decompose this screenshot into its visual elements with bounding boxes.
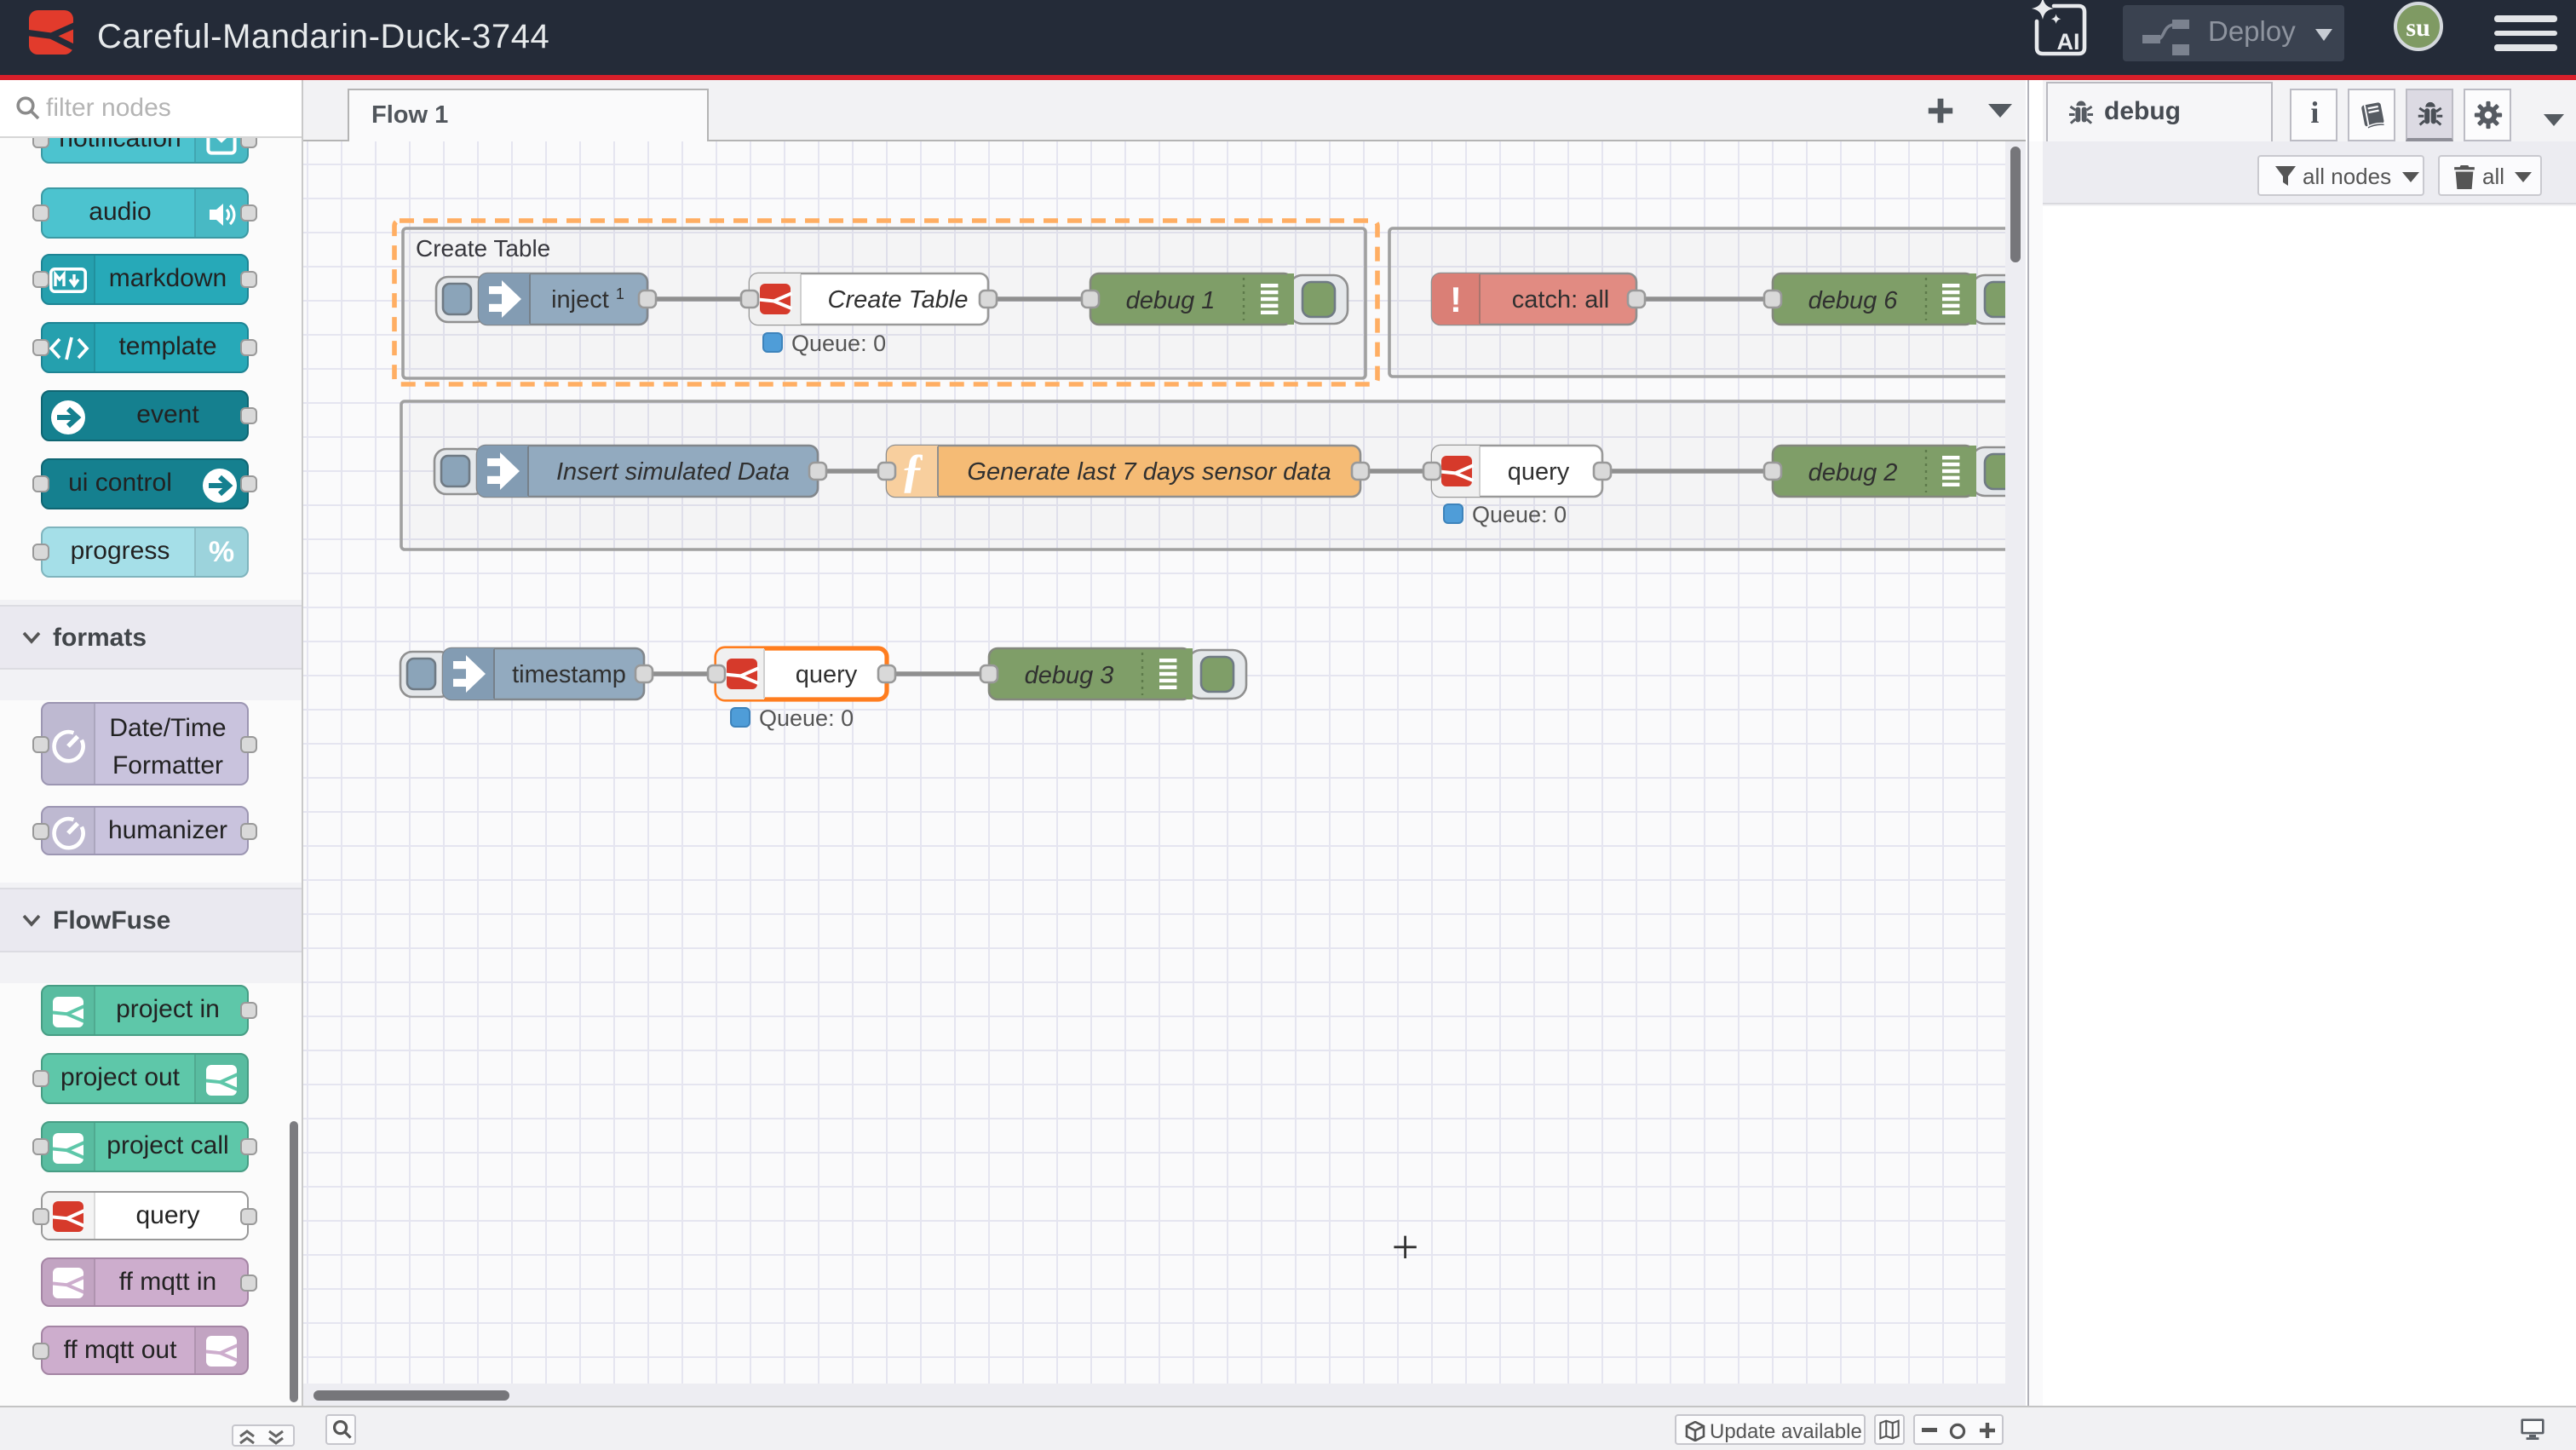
svg-text:AI: AI [2057, 29, 2080, 55]
svg-text:catch: all: catch: all [1512, 286, 1609, 314]
svg-text:Queue: 0: Queue: 0 [791, 331, 886, 356]
svg-text:inject 1: inject 1 [551, 285, 624, 314]
svg-text:!: ! [1450, 279, 1462, 319]
svg-text:Queue: 0: Queue: 0 [1472, 502, 1567, 527]
svg-text:Queue: 0: Queue: 0 [759, 705, 854, 731]
svg-text:Create Table: Create Table [416, 235, 550, 262]
svg-text:timestamp: timestamp [512, 661, 626, 688]
svg-text:debug 1: debug 1 [1126, 287, 1216, 314]
svg-text:query: query [796, 661, 858, 688]
svg-text:query: query [1508, 458, 1570, 486]
svg-text:Create Table: Create Table [828, 286, 969, 314]
svg-text:debug 2: debug 2 [1808, 459, 1898, 486]
svg-text:Generate last 7 days sensor da: Generate last 7 days sensor data [967, 458, 1331, 486]
svg-text:debug 6: debug 6 [1808, 287, 1899, 314]
svg-text:Insert simulated Data: Insert simulated Data [556, 458, 790, 486]
svg-text:debug 3: debug 3 [1025, 662, 1114, 689]
svg-text:ƒ: ƒ [900, 445, 924, 498]
svg-text:%: % [208, 537, 233, 567]
